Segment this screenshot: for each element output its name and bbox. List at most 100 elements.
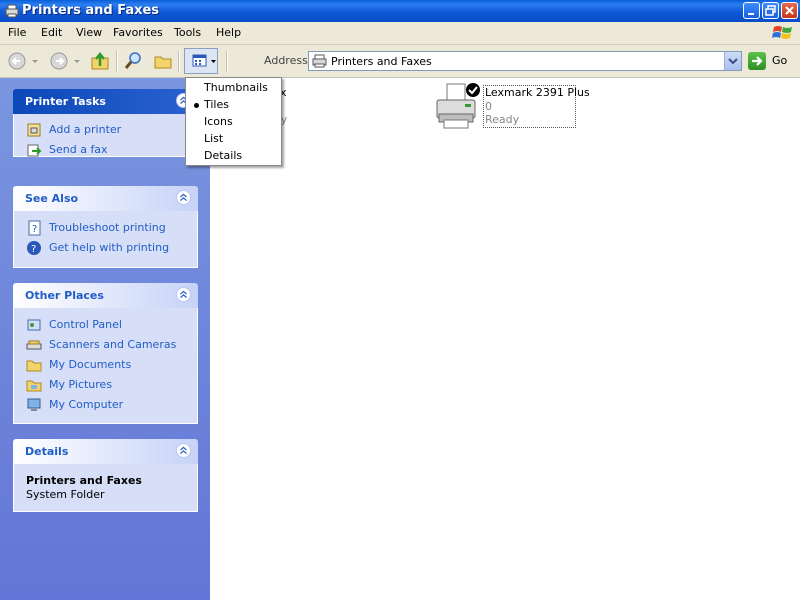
other-places-panel: Other Places Control Panel Scanners and … bbox=[13, 283, 198, 424]
address-bar[interactable]: Printers and Faxes bbox=[308, 51, 742, 71]
collapse-icon[interactable] bbox=[176, 443, 191, 458]
control-panel-icon bbox=[27, 319, 41, 331]
toolbar: Address Printers and Faxes Go bbox=[0, 45, 800, 78]
send-fax-icon bbox=[27, 144, 42, 157]
see-also-header[interactable]: See Also bbox=[13, 186, 198, 211]
task-label: Control Panel bbox=[49, 318, 122, 331]
printer-status: Ready bbox=[485, 113, 520, 126]
task-scanners-cameras[interactable]: Scanners and Cameras bbox=[26, 336, 196, 354]
see-also-panel: See Also ? Troubleshoot printing ? Get h… bbox=[13, 186, 198, 268]
printer-folder-icon bbox=[312, 54, 327, 68]
forward-dropdown-icon[interactable] bbox=[73, 49, 81, 73]
view-details-item[interactable]: Details bbox=[187, 147, 280, 164]
details-panel: Details Printers and Faxes System Folder bbox=[13, 439, 198, 512]
maximize-button[interactable] bbox=[762, 2, 779, 19]
menu-bar: File Edit View Favorites Tools Help bbox=[0, 22, 800, 45]
chevron-down-icon bbox=[728, 58, 738, 65]
help-book-icon: ? bbox=[28, 220, 41, 236]
task-label: My Computer bbox=[49, 398, 124, 411]
task-my-documents[interactable]: My Documents bbox=[26, 356, 196, 374]
folders-button[interactable] bbox=[152, 49, 174, 73]
details-body: Printers and Faxes System Folder bbox=[13, 464, 198, 512]
back-button[interactable] bbox=[6, 49, 28, 73]
default-printer-check-icon bbox=[466, 83, 480, 97]
details-header[interactable]: Details bbox=[13, 439, 198, 464]
collapse-icon[interactable] bbox=[176, 287, 191, 302]
window-title: Printers and Faxes bbox=[22, 3, 160, 18]
printer-folder-icon bbox=[5, 4, 19, 18]
collapse-icon[interactable] bbox=[176, 190, 191, 205]
forward-button[interactable] bbox=[48, 49, 70, 73]
address-label: Address bbox=[264, 54, 308, 67]
printer-tasks-body: Add a printer Send a fax bbox=[13, 114, 198, 157]
menu-tools[interactable]: Tools bbox=[174, 26, 201, 39]
address-text: Printers and Faxes bbox=[331, 55, 432, 68]
view-thumbnails-item[interactable]: Thumbnails bbox=[187, 79, 280, 96]
content-area[interactable]: x ady Lexmark 2391 Plus 0 Ready bbox=[210, 78, 800, 600]
views-icon bbox=[192, 54, 216, 67]
search-button[interactable] bbox=[122, 49, 144, 73]
views-button[interactable] bbox=[184, 48, 218, 74]
panel-title: Other Places bbox=[25, 289, 104, 302]
menu-favorites[interactable]: Favorites bbox=[113, 26, 163, 39]
see-also-body: ? Troubleshoot printing ? Get help with … bbox=[13, 211, 198, 268]
menu-item-label: Thumbnails bbox=[204, 81, 268, 94]
other-places-header[interactable]: Other Places bbox=[13, 283, 198, 308]
view-tiles-item[interactable]: Tiles bbox=[187, 96, 280, 113]
go-button[interactable]: Go bbox=[748, 51, 794, 71]
task-pane: Printer Tasks Add a printer Send a fax S… bbox=[0, 78, 210, 600]
menu-file[interactable]: File bbox=[8, 26, 26, 39]
menu-item-label: Details bbox=[204, 149, 243, 162]
view-icons-item[interactable]: Icons bbox=[187, 113, 280, 130]
printer-tasks-header[interactable]: Printer Tasks bbox=[13, 89, 198, 114]
panel-title: Printer Tasks bbox=[25, 95, 106, 108]
other-places-body: Control Panel Scanners and Cameras My Do… bbox=[13, 308, 198, 424]
printer-name: Lexmark 2391 Plus bbox=[485, 86, 590, 99]
minimize-button[interactable] bbox=[743, 2, 760, 19]
menu-item-label: Icons bbox=[204, 115, 233, 128]
close-button[interactable] bbox=[781, 2, 798, 19]
menu-edit[interactable]: Edit bbox=[41, 26, 62, 39]
panel-title: See Also bbox=[25, 192, 79, 205]
printer-tasks-panel: Printer Tasks Add a printer Send a fax bbox=[13, 89, 198, 157]
task-my-computer[interactable]: My Computer bbox=[26, 396, 196, 414]
details-name: Printers and Faxes bbox=[26, 474, 142, 487]
help-circle-icon: ? bbox=[27, 241, 41, 255]
task-label: Troubleshoot printing bbox=[49, 221, 166, 234]
toolbar-separator bbox=[116, 50, 118, 72]
folder-icon bbox=[26, 360, 42, 372]
windows-logo-icon bbox=[772, 26, 792, 39]
task-troubleshoot-printing[interactable]: ? Troubleshoot printing bbox=[26, 219, 196, 237]
task-label: My Pictures bbox=[49, 378, 113, 391]
views-dropdown-menu: Thumbnails Tiles Icons List Details bbox=[185, 77, 282, 166]
task-label: Send a fax bbox=[49, 143, 108, 156]
title-bar[interactable]: Printers and Faxes bbox=[0, 0, 800, 22]
toolbar-separator bbox=[178, 50, 180, 72]
details-type: System Folder bbox=[26, 488, 105, 501]
toolbar-separator bbox=[226, 50, 228, 72]
printer-documents: 0 bbox=[485, 100, 492, 113]
svg-text:?: ? bbox=[32, 224, 37, 235]
back-dropdown-icon[interactable] bbox=[31, 49, 39, 73]
restore-icon bbox=[765, 5, 776, 16]
view-list-item[interactable]: List bbox=[187, 130, 280, 147]
menu-help[interactable]: Help bbox=[216, 26, 241, 39]
task-label: Scanners and Cameras bbox=[49, 338, 177, 351]
task-control-panel[interactable]: Control Panel bbox=[26, 316, 196, 334]
task-help-printing[interactable]: ? Get help with printing bbox=[26, 239, 196, 257]
menu-view[interactable]: View bbox=[76, 26, 102, 39]
menu-item-label: Tiles bbox=[204, 98, 229, 111]
up-folder-button[interactable] bbox=[89, 49, 111, 73]
add-printer-icon bbox=[27, 123, 41, 137]
task-my-pictures[interactable]: My Pictures bbox=[26, 376, 196, 394]
menu-item-label: List bbox=[204, 132, 224, 145]
address-dropdown-button[interactable] bbox=[724, 52, 741, 70]
task-send-fax[interactable]: Send a fax bbox=[26, 141, 196, 159]
go-label: Go bbox=[772, 54, 788, 67]
minimize-icon bbox=[748, 13, 754, 15]
computer-icon bbox=[27, 398, 41, 411]
task-add-printer[interactable]: Add a printer bbox=[26, 121, 196, 139]
task-label: Get help with printing bbox=[49, 241, 170, 254]
panel-title: Details bbox=[25, 445, 69, 458]
go-arrow-icon bbox=[748, 52, 766, 70]
